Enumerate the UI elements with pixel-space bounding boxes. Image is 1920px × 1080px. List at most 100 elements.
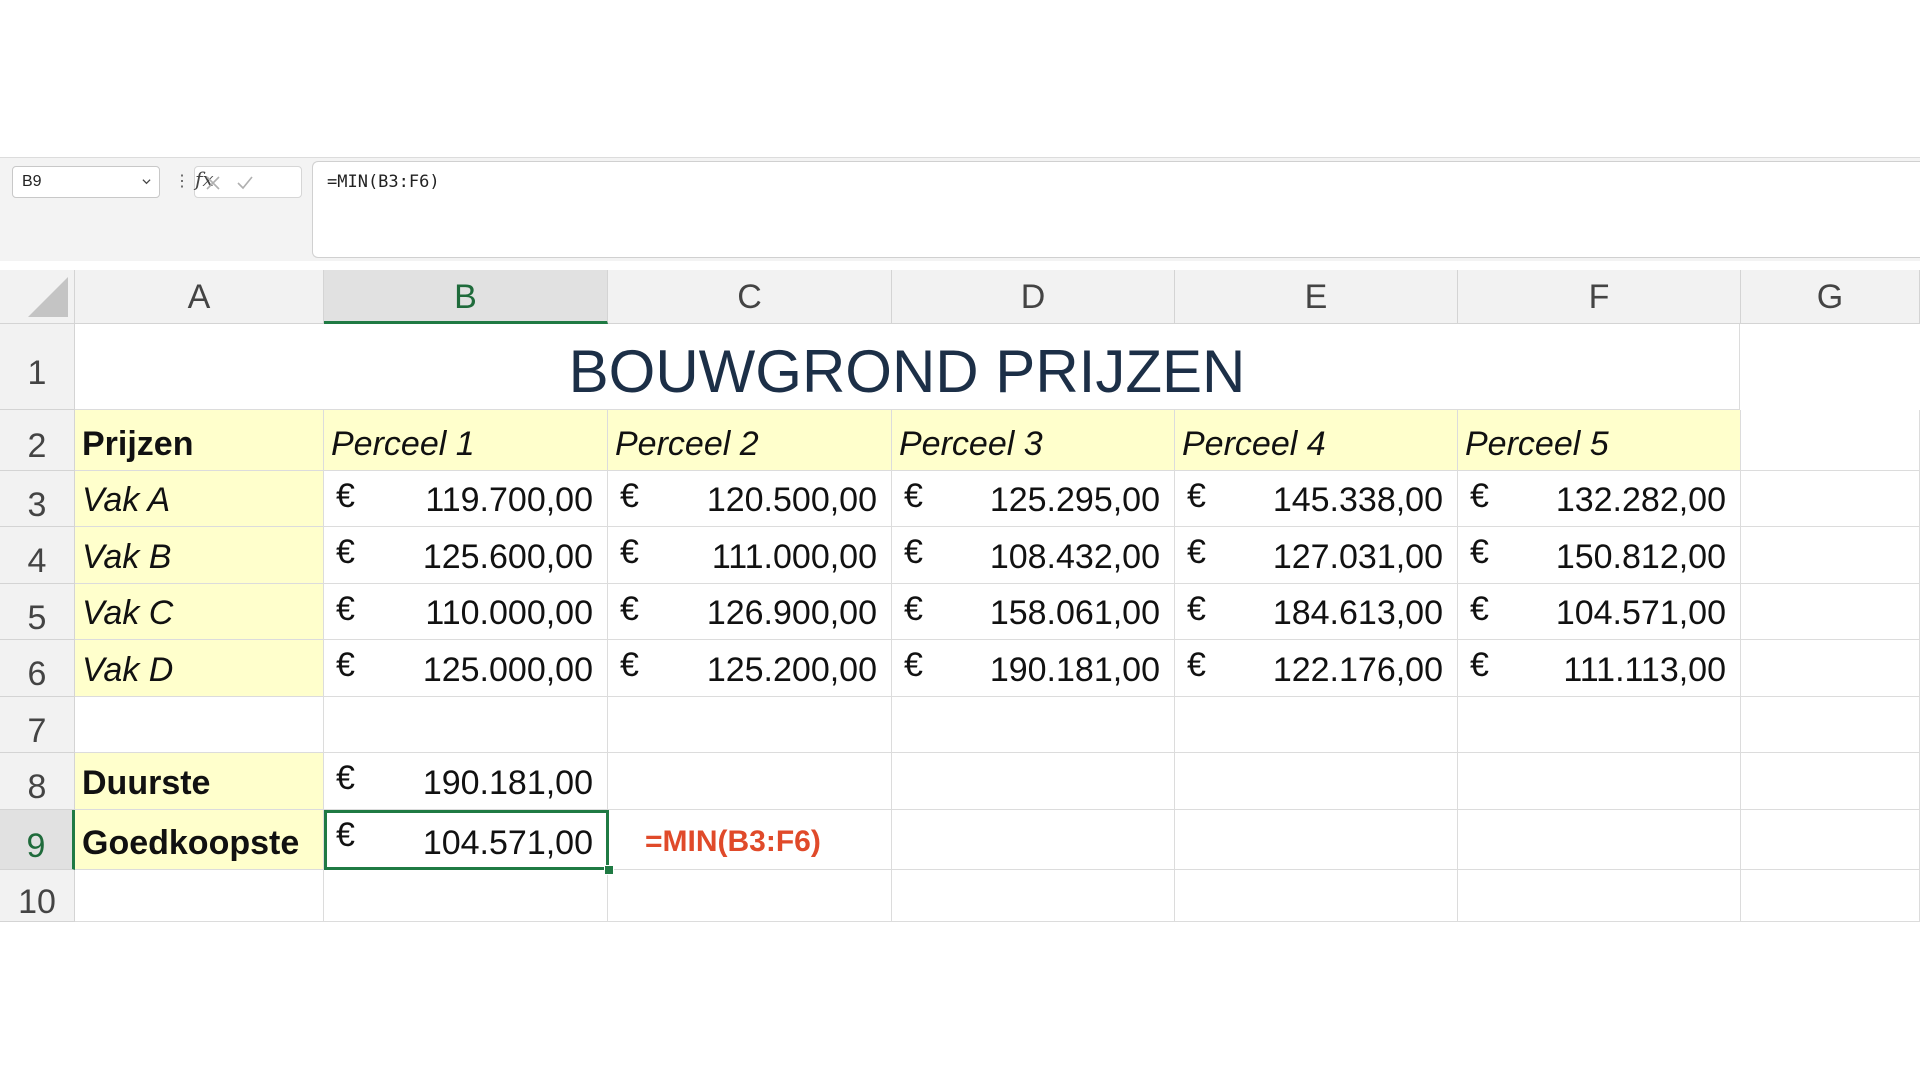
currency-symbol: €	[620, 477, 639, 515]
cell-e10[interactable]	[1175, 870, 1458, 922]
cell-text: Goedkoopste	[82, 824, 300, 862]
price-cell[interactable]: €145.338,00	[1175, 471, 1458, 527]
cell-amount: 190.181,00	[422, 764, 593, 802]
cell-d10[interactable]	[892, 870, 1175, 922]
parcel-header-cell[interactable]: Perceel 3	[892, 410, 1175, 471]
cell-g9[interactable]	[1741, 810, 1920, 870]
row-header-3[interactable]: 3	[0, 471, 75, 527]
price-cell[interactable]: €125.200,00	[608, 640, 892, 697]
row-header-9[interactable]: 9	[0, 810, 75, 870]
price-cell[interactable]: €150.812,00	[1458, 527, 1741, 584]
cell-c10[interactable]	[608, 870, 892, 922]
summary-label-cell[interactable]: Goedkoopste	[75, 810, 324, 870]
cell-d7[interactable]	[892, 697, 1175, 753]
cell-d9[interactable]	[892, 810, 1175, 870]
currency-symbol: €	[620, 533, 639, 571]
parcel-header-cell[interactable]: Perceel 2	[608, 410, 892, 471]
currency-symbol: €	[904, 477, 923, 515]
name-box[interactable]: B9	[12, 166, 160, 198]
price-cell[interactable]: €125.295,00	[892, 471, 1175, 527]
parcel-header-cell[interactable]: Perceel 1	[324, 410, 608, 471]
cell-amount: 125.295,00	[989, 481, 1160, 519]
cell-a10[interactable]	[75, 870, 324, 922]
price-cell[interactable]: €126.900,00	[608, 584, 892, 640]
summary-value-cell[interactable]: €104.571,00	[324, 810, 608, 870]
row-label-cell[interactable]: Vak C	[75, 584, 324, 640]
cell-amount: 110.000,00	[425, 594, 593, 632]
price-cell[interactable]: €110.000,00	[324, 584, 608, 640]
price-cell[interactable]: €184.613,00	[1175, 584, 1458, 640]
sheet-title[interactable]: BOUWGROND PRIJZEN	[75, 324, 1740, 410]
row-header-6[interactable]: 6	[0, 640, 75, 697]
row-header-7[interactable]: 7	[0, 697, 75, 753]
summary-value-cell[interactable]: €190.181,00	[324, 753, 608, 810]
price-cell[interactable]: €132.282,00	[1458, 471, 1741, 527]
price-cell[interactable]: €158.061,00	[892, 584, 1175, 640]
fill-handle[interactable]	[604, 865, 614, 875]
cell-g7[interactable]	[1741, 697, 1920, 753]
chevron-down-icon[interactable]	[142, 177, 151, 186]
parcel-header-cell[interactable]: Perceel 4	[1175, 410, 1458, 471]
column-header-a[interactable]: A	[75, 270, 324, 324]
column-header-e[interactable]: E	[1175, 270, 1458, 324]
row-header-1[interactable]: 1	[0, 324, 75, 410]
select-all-corner[interactable]	[0, 270, 75, 324]
cell-g2[interactable]	[1741, 410, 1920, 471]
price-cell[interactable]: €119.700,00	[324, 471, 608, 527]
cell-b10[interactable]	[324, 870, 608, 922]
cell-amount: 126.900,00	[706, 594, 877, 632]
row-header-8[interactable]: 8	[0, 753, 75, 810]
cell-f8[interactable]	[1458, 753, 1741, 810]
cell-b7[interactable]	[324, 697, 608, 753]
cell-g5[interactable]	[1741, 584, 1920, 640]
cell-e7[interactable]	[1175, 697, 1458, 753]
summary-label-cell[interactable]: Duurste	[75, 753, 324, 810]
header-label-cell[interactable]: Prijzen	[75, 410, 324, 471]
row-label-cell[interactable]: Vak B	[75, 527, 324, 584]
row-label-cell[interactable]: Vak D	[75, 640, 324, 697]
row-label-cell[interactable]: Vak A	[75, 471, 324, 527]
enter-check-icon[interactable]	[235, 173, 255, 193]
column-header-f[interactable]: F	[1458, 270, 1741, 324]
price-cell[interactable]: €122.176,00	[1175, 640, 1458, 697]
row-header-10[interactable]: 10	[0, 870, 75, 922]
price-cell[interactable]: €111.113,00	[1458, 640, 1741, 697]
row-header-2[interactable]: 2	[0, 410, 75, 471]
cell-f9[interactable]	[1458, 810, 1741, 870]
price-cell[interactable]: €190.181,00	[892, 640, 1175, 697]
currency-symbol: €	[1187, 590, 1206, 628]
cell-e8[interactable]	[1175, 753, 1458, 810]
price-cell[interactable]: €120.500,00	[608, 471, 892, 527]
cell-c7[interactable]	[608, 697, 892, 753]
column-header-g[interactable]: G	[1741, 270, 1920, 324]
more-options-icon[interactable]: ⋮	[174, 170, 190, 194]
cell-amount: 145.338,00	[1272, 481, 1443, 519]
cell-f10[interactable]	[1458, 870, 1741, 922]
price-cell[interactable]: €111.000,00	[608, 527, 892, 584]
column-header-c[interactable]: C	[608, 270, 892, 324]
price-cell[interactable]: €125.000,00	[324, 640, 608, 697]
cancel-icon[interactable]	[203, 173, 223, 193]
cell-g6[interactable]	[1741, 640, 1920, 697]
parcel-header-cell[interactable]: Perceel 5	[1458, 410, 1741, 471]
column-header-d[interactable]: D	[892, 270, 1175, 324]
cell-g8[interactable]	[1741, 753, 1920, 810]
price-cell[interactable]: €127.031,00	[1175, 527, 1458, 584]
cell-f7[interactable]	[1458, 697, 1741, 753]
row-header-4[interactable]: 4	[0, 527, 75, 584]
formula-input[interactable]: =MIN(B3:F6)	[312, 161, 1920, 258]
cell-c8[interactable]	[608, 753, 892, 810]
cell-amount: 158.061,00	[989, 594, 1160, 632]
column-header-b[interactable]: B	[324, 270, 608, 324]
cell-a7[interactable]	[75, 697, 324, 753]
currency-symbol: €	[1470, 477, 1489, 515]
price-cell[interactable]: €125.600,00	[324, 527, 608, 584]
cell-g3[interactable]	[1741, 471, 1920, 527]
cell-g4[interactable]	[1741, 527, 1920, 584]
price-cell[interactable]: €104.571,00	[1458, 584, 1741, 640]
row-header-5[interactable]: 5	[0, 584, 75, 640]
price-cell[interactable]: €108.432,00	[892, 527, 1175, 584]
cell-d8[interactable]	[892, 753, 1175, 810]
cell-g10[interactable]	[1741, 870, 1920, 922]
cell-e9[interactable]	[1175, 810, 1458, 870]
